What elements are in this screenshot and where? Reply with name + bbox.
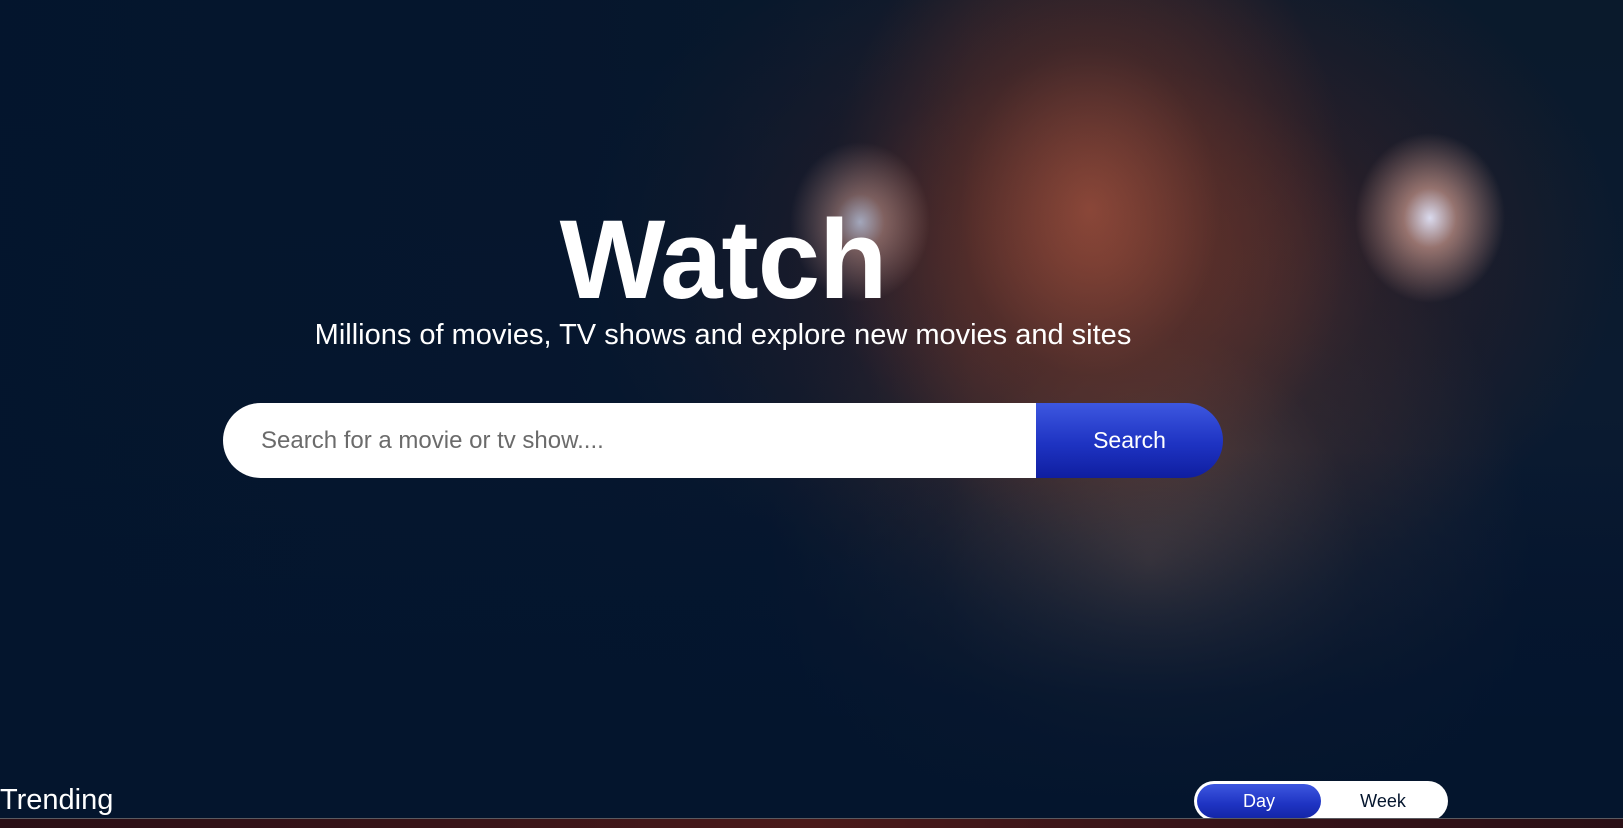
toggle-day[interactable]: Day: [1197, 784, 1321, 818]
search-input[interactable]: [223, 403, 1036, 478]
hero-title: Watch: [559, 197, 888, 322]
search-bar: Search: [223, 403, 1223, 478]
hero-subtitle: Millions of movies, TV shows and explore…: [314, 319, 1132, 351]
home-page: Watch Millions of movies, TV shows and e…: [0, 0, 1623, 828]
search-button[interactable]: Search: [1036, 403, 1223, 478]
content-row-preview: [0, 818, 1623, 828]
toggle-week[interactable]: Week: [1321, 784, 1445, 818]
trending-section: Trending Day Week: [0, 780, 1623, 821]
hero-banner: Watch Millions of movies, TV shows and e…: [0, 0, 1623, 818]
trending-title: Trending: [0, 784, 114, 816]
trending-period-toggle: Day Week: [1194, 781, 1448, 821]
